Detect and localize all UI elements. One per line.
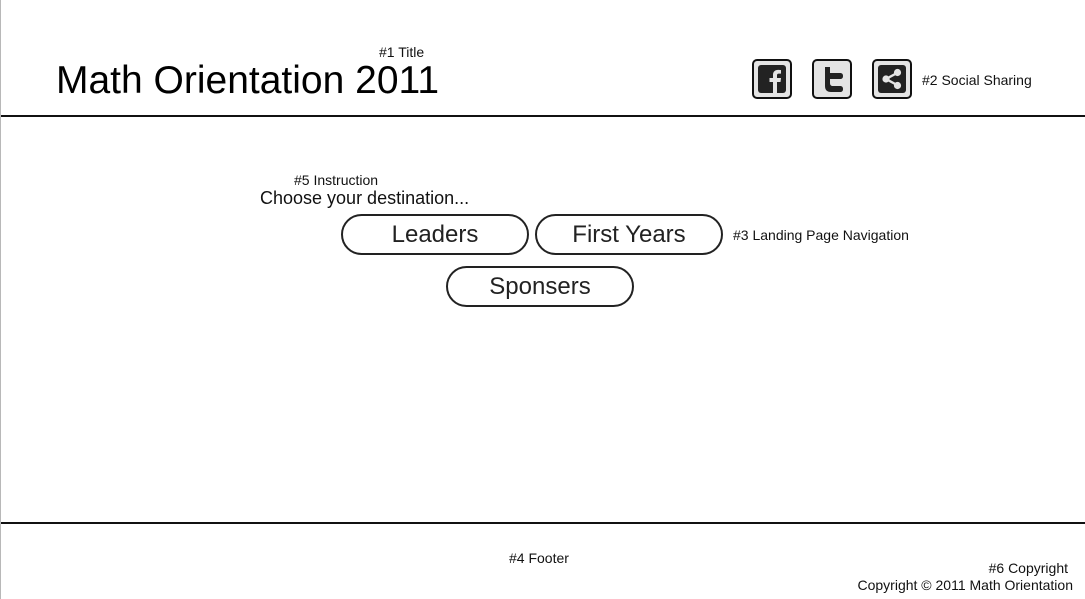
copyright-text: Copyright © 2011 Math Orientation bbox=[857, 577, 1073, 593]
sponsers-button[interactable]: Sponsers bbox=[446, 266, 634, 307]
facebook-icon bbox=[758, 65, 786, 93]
navigation-annotation: #3 Landing Page Navigation bbox=[733, 227, 909, 243]
share-button[interactable] bbox=[872, 59, 912, 99]
copyright-annotation: #6 Copyright bbox=[988, 560, 1068, 576]
first-years-button[interactable]: First Years bbox=[535, 214, 723, 255]
instruction-text: Choose your destination... bbox=[260, 188, 470, 208]
page-title: Math Orientation 2011 bbox=[56, 59, 440, 102]
share-icon bbox=[878, 65, 906, 93]
social-annotation: #2 Social Sharing bbox=[922, 72, 1032, 88]
facebook-share-button[interactable] bbox=[752, 59, 792, 99]
page: #1 Title Math Orientation 2011 #2 Social… bbox=[0, 0, 1085, 599]
instruction-annotation: #5 Instruction bbox=[294, 172, 379, 188]
footer-annotation: #4 Footer bbox=[509, 550, 569, 566]
twitter-icon bbox=[818, 65, 846, 93]
leaders-button[interactable]: Leaders bbox=[341, 214, 529, 255]
footer-divider bbox=[1, 522, 1085, 524]
header-divider bbox=[1, 115, 1085, 117]
twitter-share-button[interactable] bbox=[812, 59, 852, 99]
